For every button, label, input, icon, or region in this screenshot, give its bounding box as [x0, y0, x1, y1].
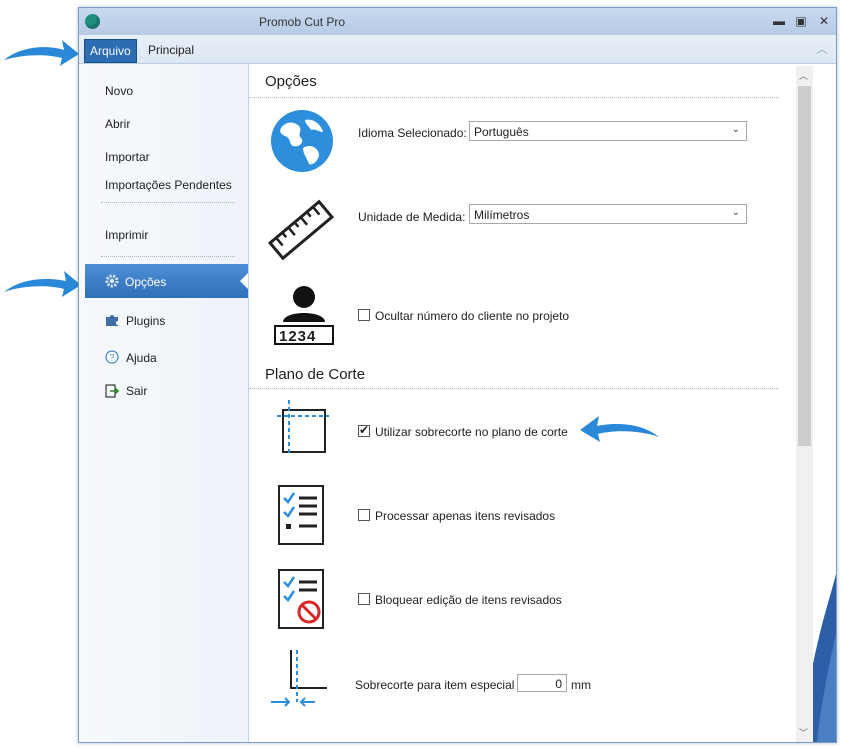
scroll-down-icon[interactable]: ﹀ — [799, 726, 808, 739]
scroll-thumb[interactable] — [798, 86, 811, 446]
language-select-value: Português — [474, 125, 529, 139]
app-logo-icon — [85, 14, 100, 29]
ribbon-tabs: Arquivo Principal ︿ — [79, 35, 836, 64]
svg-text:?: ? — [109, 353, 114, 363]
special-overcut-unit: mm — [571, 678, 591, 692]
menu-item-opcoes-label: Opções — [125, 275, 167, 289]
section-title-plano-de-corte: Plano de Corte — [265, 366, 366, 383]
checkmark-icon: ✔ — [359, 423, 370, 437]
tab-principal[interactable]: Principal — [143, 39, 199, 61]
checklist-icon — [278, 485, 324, 545]
chevron-down-icon: ⌄ — [731, 207, 740, 218]
checklist-blocked-icon — [278, 569, 324, 629]
annotation-arrow-overcut — [580, 416, 659, 442]
process-reviewed-checkbox[interactable] — [358, 509, 370, 521]
menu-item-ajuda[interactable]: Ajuda — [126, 351, 157, 365]
use-overcut-label: Utilizar sobrecorte no plano de corte — [375, 425, 568, 439]
menu-item-sair[interactable]: Sair — [126, 384, 147, 398]
special-overcut-label: Sobrecorte para item especial — [355, 678, 515, 692]
scroll-up-icon[interactable]: ︿ — [799, 69, 808, 82]
client-badge-number: 1234 — [279, 328, 317, 345]
puzzle-icon — [106, 315, 118, 326]
minimize-icon[interactable]: ▬ — [771, 13, 787, 29]
section-divider — [249, 388, 779, 389]
gear-icon — [105, 274, 119, 288]
use-overcut-checkbox[interactable]: ✔ — [358, 423, 370, 437]
special-overcut-input[interactable]: 0 — [517, 674, 567, 692]
language-select[interactable]: Português ⌄ — [469, 121, 747, 141]
backstage-decoration — [813, 64, 836, 742]
menu-item-imprimir[interactable]: Imprimir — [105, 228, 148, 242]
menu-item-abrir[interactable]: Abrir — [105, 117, 130, 131]
window-title: Promob Cut Pro — [259, 15, 346, 29]
app-window: Promob Cut Pro ▬ ▣ ✕ Arquivo Principal ︿… — [78, 7, 837, 743]
unit-select[interactable]: Milímetros ⌄ — [469, 204, 747, 224]
language-label: Idioma Selecionado: — [358, 126, 467, 140]
lock-reviewed-checkbox[interactable] — [358, 593, 370, 605]
collapse-ribbon-icon[interactable]: ︿ — [816, 40, 828, 57]
menu-item-plugins[interactable]: Plugins — [126, 314, 165, 328]
lock-reviewed-label: Bloquear edição de itens revisados — [375, 593, 562, 607]
globe-icon — [271, 110, 333, 172]
title-bar: Promob Cut Pro ▬ ▣ ✕ — [79, 8, 836, 35]
menu-item-importacoes-pendentes[interactable]: Importações Pendentes — [105, 178, 232, 192]
tab-arquivo[interactable]: Arquivo — [84, 39, 137, 63]
vertical-scrollbar[interactable]: ︿ ﹀ — [796, 66, 813, 742]
overcut-icon — [277, 400, 329, 456]
ruler-icon — [267, 199, 335, 261]
chevron-down-icon: ⌄ — [731, 124, 740, 135]
menu-item-novo[interactable]: Novo — [105, 84, 133, 98]
annotation-arrow-opcoes — [4, 271, 81, 297]
options-panel: Opções Idioma Selecionado: Português ⌄ U… — [249, 64, 796, 742]
section-divider — [249, 97, 779, 98]
menu-separator — [101, 256, 235, 257]
maximize-icon[interactable]: ▣ — [793, 13, 809, 29]
menu-separator — [101, 202, 235, 203]
hide-client-label: Ocultar número do cliente no projeto — [375, 309, 570, 323]
help-icon: ? — [105, 350, 119, 364]
hide-client-checkbox[interactable] — [358, 309, 370, 321]
backstage-menu: Novo Abrir Importar Importações Pendente… — [79, 64, 249, 742]
unit-label: Unidade de Medida: — [358, 210, 466, 224]
decorative-swoosh — [813, 574, 836, 742]
annotation-arrow-arquivo — [4, 40, 79, 66]
special-overcut-value: 0 — [555, 677, 562, 691]
special-overcut-icon — [271, 650, 327, 707]
selection-notch — [240, 273, 248, 289]
process-reviewed-label: Processar apenas itens revisados — [375, 509, 556, 523]
unit-select-value: Milímetros — [474, 208, 530, 222]
menu-item-opcoes[interactable]: Opções — [85, 264, 248, 298]
close-icon[interactable]: ✕ — [816, 13, 832, 29]
section-title-opcoes: Opções — [265, 73, 317, 90]
exit-icon — [105, 384, 119, 398]
menu-item-importar[interactable]: Importar — [105, 150, 150, 164]
